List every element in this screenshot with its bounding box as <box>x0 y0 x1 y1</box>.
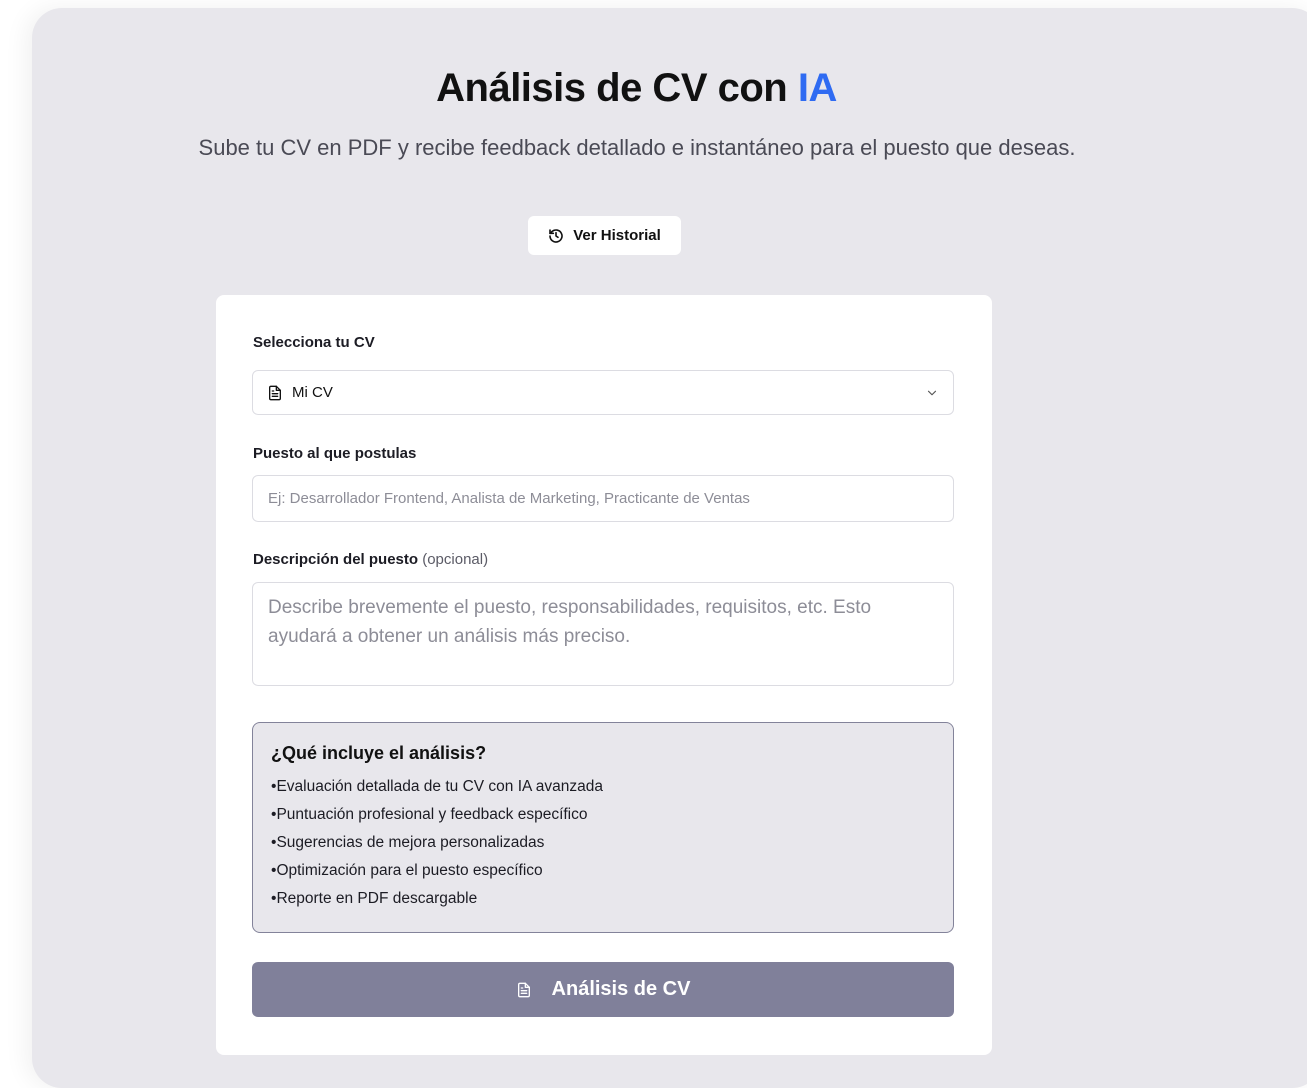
page-title: Análisis de CV con IA <box>32 60 1241 116</box>
description-label-text: Descripción del puesto <box>253 551 419 568</box>
document-icon <box>267 385 283 401</box>
history-button[interactable]: Ver Historial <box>528 216 681 255</box>
list-item: Optimización para el puesto específico <box>271 857 935 885</box>
list-item: Reporte en PDF descargable <box>271 885 935 913</box>
analysis-info-box: ¿Qué incluye el análisis? Evaluación det… <box>252 722 954 933</box>
form-card: Selecciona tu CV Mi CV Puesto al que pos… <box>216 295 992 1055</box>
list-item: Puntuación profesional y feedback especí… <box>271 801 935 829</box>
description-label: Descripción del puesto (opcional) <box>253 551 488 568</box>
description-textarea[interactable] <box>252 582 954 686</box>
position-label: Puesto al que postulas <box>253 445 417 462</box>
info-list: Evaluación detallada de tu CV con IA ava… <box>271 773 935 913</box>
history-button-label: Ver Historial <box>573 227 661 244</box>
list-item: Evaluación detallada de tu CV con IA ava… <box>271 773 935 801</box>
analyze-cv-button[interactable]: Análisis de CV <box>252 962 954 1017</box>
cv-select[interactable]: Mi CV <box>252 370 954 415</box>
analyze-cv-button-label: Análisis de CV <box>551 978 691 1000</box>
cv-select-label: Selecciona tu CV <box>253 334 375 351</box>
page-title-main: Análisis de CV con <box>436 66 788 110</box>
description-optional-tag: (opcional) <box>422 551 489 568</box>
info-title: ¿Qué incluye el análisis? <box>271 743 487 763</box>
position-input[interactable] <box>252 475 954 522</box>
page-title-accent: IA <box>797 66 838 110</box>
chevron-down-icon <box>925 386 939 400</box>
list-item: Sugerencias de mejora personalizadas <box>271 829 935 857</box>
history-icon <box>548 228 564 244</box>
cv-select-value: Mi CV <box>292 384 333 401</box>
page-subtitle: Sube tu CV en PDF y recibe feedback deta… <box>198 135 1076 160</box>
document-icon <box>516 982 532 998</box>
main-panel: Análisis de CV con IA Sube tu CV en PDF … <box>32 8 1307 1088</box>
